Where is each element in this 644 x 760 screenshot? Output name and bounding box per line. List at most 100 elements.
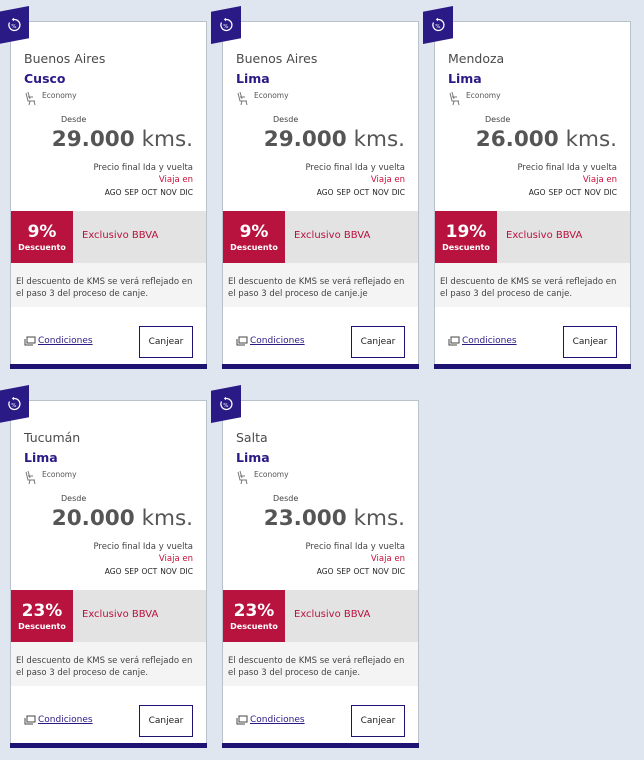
svg-text:%: % [435, 24, 440, 30]
travel-in-label: Viaja en [370, 175, 405, 185]
month-label: DIC [391, 188, 405, 197]
desde-label: Desde [273, 115, 299, 124]
destination-city: Lima [24, 450, 58, 465]
price-unit: kms. [565, 127, 617, 152]
price-note: Precio final Ida y vuelta [517, 163, 617, 173]
ticket-icon [24, 336, 36, 346]
origin-city: Mendoza [448, 51, 505, 66]
note-band: El descuento de KMS se verá reflejado en… [223, 642, 418, 686]
travel-in-label: Viaja en [158, 175, 193, 185]
exclusive-label: Exclusivo BBVA [82, 230, 159, 241]
month-label: OCT [141, 567, 158, 576]
ticket-icon [24, 715, 36, 725]
conditions-link[interactable]: Condiciones [236, 715, 305, 725]
redeem-button[interactable]: Canjear [139, 705, 193, 737]
seat-icon [25, 91, 36, 106]
redeem-button[interactable]: Canjear [351, 705, 405, 737]
cabin-class-label: Economy [254, 470, 289, 479]
ticket-icon [236, 336, 248, 346]
cabin-class: Economy [24, 91, 77, 107]
discount-label: Descuento [18, 242, 66, 252]
svg-text:%: % [223, 403, 228, 409]
seat-icon [237, 91, 248, 106]
price-value: 29.000 [51, 127, 135, 152]
month-label: SEP [548, 188, 563, 197]
month-label: SEP [336, 188, 351, 197]
discount-percent: 23% [21, 600, 63, 621]
redeem-button[interactable]: Canjear [351, 326, 405, 358]
redeem-button[interactable]: Canjear [139, 326, 193, 358]
desde-label: Desde [61, 115, 87, 124]
discount-label: Descuento [230, 621, 278, 631]
conditions-label: Condiciones [250, 336, 305, 346]
svg-text:%: % [11, 24, 16, 30]
conditions-label: Condiciones [462, 336, 517, 346]
discount-badge-icon: % [0, 385, 29, 423]
price-note: Precio final Ida y vuelta [305, 163, 405, 173]
conditions-link[interactable]: Condiciones [24, 336, 93, 346]
month-label: OCT [565, 188, 582, 197]
discount-band: 9% Descuento Exclusivo BBVA [11, 211, 206, 263]
discount-note: El descuento de KMS se verá reflejado en… [228, 277, 405, 299]
travel-months: AGO SEP OCT NOV DIC [105, 567, 193, 576]
price: 29.000 kms. [264, 127, 405, 152]
discount-band: 23% Descuento Exclusivo BBVA [11, 590, 206, 642]
discount-badge-icon: % [211, 6, 241, 44]
cabin-class-label: Economy [254, 91, 289, 100]
month-label: AGO [316, 188, 334, 197]
redeem-button[interactable]: Canjear [563, 326, 617, 358]
desde-label: Desde [61, 494, 87, 503]
discount-note: El descuento de KMS se verá reflejado en… [16, 656, 193, 678]
month-label: SEP [124, 188, 139, 197]
price-value: 26.000 [475, 127, 559, 152]
month-label: DIC [391, 567, 405, 576]
cabin-class-label: Economy [42, 91, 77, 100]
discount-badge-icon: % [211, 385, 241, 423]
conditions-label: Condiciones [38, 715, 93, 725]
origin-city: Buenos Aires [24, 51, 106, 66]
discount-badge-icon: % [0, 6, 29, 44]
month-label: AGO [528, 188, 546, 197]
price-unit: kms. [353, 127, 405, 152]
origin-city: Buenos Aires [236, 51, 318, 66]
price: 20.000 kms. [52, 506, 193, 531]
discount-box: 9% Descuento [223, 211, 285, 263]
price: 26.000 kms. [476, 127, 617, 152]
seat-icon [237, 470, 248, 485]
cabin-class: Economy [236, 470, 289, 486]
month-label: DIC [179, 567, 193, 576]
month-label: DIC [603, 188, 617, 197]
month-label: NOV [584, 188, 601, 197]
conditions-link[interactable]: Condiciones [24, 715, 93, 725]
price-value: 20.000 [51, 506, 135, 531]
price: 29.000 kms. [52, 127, 193, 152]
exclusive-label: Exclusivo BBVA [294, 609, 371, 620]
price: 23.000 kms. [264, 506, 405, 531]
travel-months: AGO SEP OCT NOV DIC [317, 567, 405, 576]
price-note: Precio final Ida y vuelta [93, 163, 193, 173]
origin-city: Salta [236, 430, 268, 445]
month-label: NOV [372, 188, 389, 197]
month-label: NOV [160, 567, 177, 576]
month-label: SEP [336, 567, 351, 576]
travel-in-label: Viaja en [370, 554, 405, 564]
destination-city: Lima [236, 450, 270, 465]
month-label: AGO [104, 567, 122, 576]
price-unit: kms. [141, 127, 193, 152]
desde-label: Desde [485, 115, 511, 124]
offer-card: % Salta Lima Economy Desde 23.000 kms. P… [211, 385, 419, 748]
destination-city: Lima [236, 71, 270, 86]
discount-percent: 9% [239, 221, 269, 242]
conditions-link[interactable]: Condiciones [236, 336, 305, 346]
conditions-label: Condiciones [250, 715, 305, 725]
travel-in-label: Viaja en [582, 175, 617, 185]
month-label: SEP [124, 567, 139, 576]
travel-months: AGO SEP OCT NOV DIC [105, 188, 193, 197]
discount-label: Descuento [442, 242, 490, 252]
offer-card: % Mendoza Lima Economy Desde 26.000 kms.… [423, 6, 631, 369]
exclusive-label: Exclusivo BBVA [82, 609, 159, 620]
conditions-link[interactable]: Condiciones [448, 336, 517, 346]
month-label: NOV [160, 188, 177, 197]
month-label: OCT [353, 567, 370, 576]
travel-months: AGO SEP OCT NOV DIC [529, 188, 617, 197]
